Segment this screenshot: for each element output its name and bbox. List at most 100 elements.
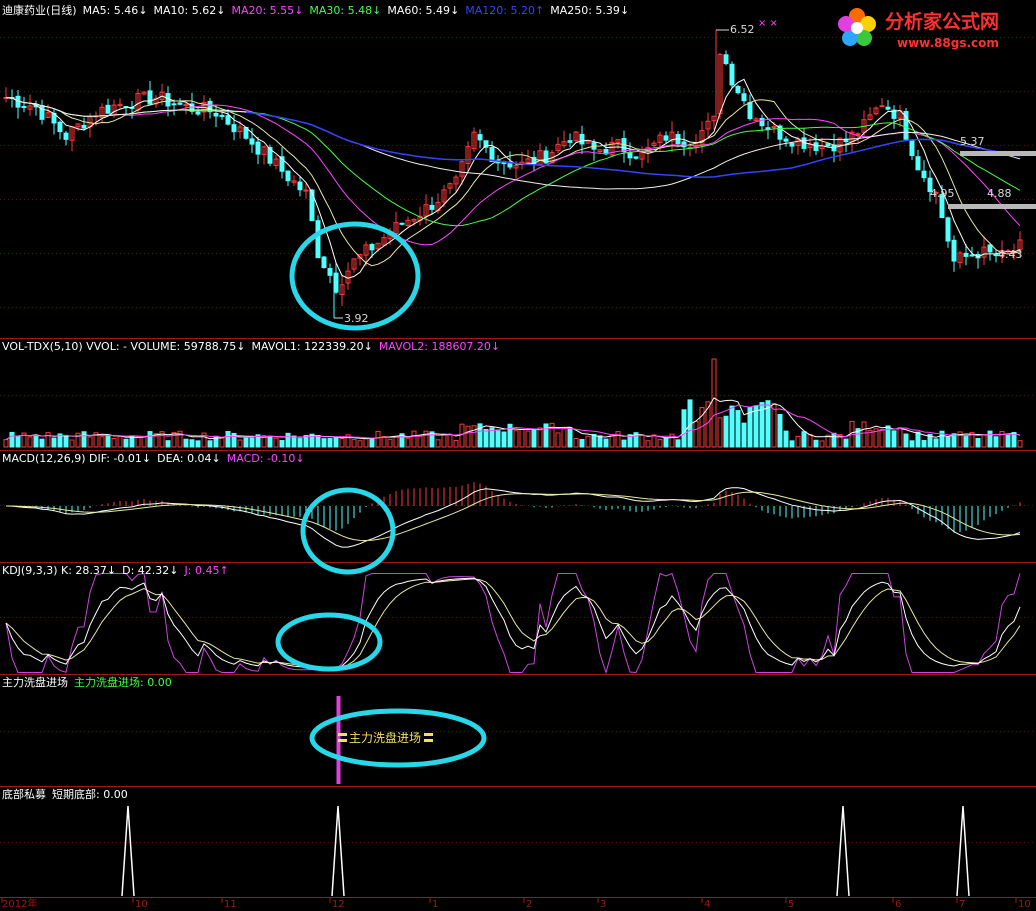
candle-body[interactable] bbox=[63, 132, 69, 140]
volume-bar[interactable] bbox=[333, 436, 339, 448]
candle-body[interactable] bbox=[171, 103, 177, 106]
volume-bar[interactable] bbox=[405, 437, 411, 448]
volume-bar[interactable] bbox=[831, 432, 837, 448]
candle-body[interactable] bbox=[297, 181, 303, 191]
volume-bar[interactable] bbox=[447, 433, 453, 448]
volume-panel[interactable] bbox=[3, 358, 1023, 448]
candle-body[interactable] bbox=[369, 243, 375, 251]
volume-bar[interactable] bbox=[141, 435, 147, 448]
volume-bar[interactable] bbox=[471, 425, 477, 448]
candle-body[interactable] bbox=[327, 267, 333, 276]
volume-bar[interactable] bbox=[903, 433, 909, 448]
candle-body[interactable] bbox=[735, 86, 741, 94]
volume-bar[interactable] bbox=[663, 437, 669, 448]
volume-bar[interactable] bbox=[411, 430, 417, 448]
candle-body[interactable] bbox=[57, 121, 63, 133]
volume-bar[interactable] bbox=[645, 440, 651, 448]
volume-bar[interactable] bbox=[219, 437, 225, 448]
candle-body[interactable] bbox=[759, 117, 765, 127]
volume-bar[interactable] bbox=[321, 438, 327, 448]
candle-body[interactable] bbox=[789, 142, 795, 147]
volume-bar[interactable] bbox=[783, 430, 789, 448]
volume-bar[interactable] bbox=[963, 435, 969, 448]
volume-bar[interactable] bbox=[3, 439, 9, 448]
volume-bar[interactable] bbox=[33, 434, 39, 448]
candle-body[interactable] bbox=[813, 142, 819, 152]
candle-body[interactable] bbox=[177, 102, 183, 105]
volume-bar[interactable] bbox=[27, 436, 33, 448]
candle-body[interactable] bbox=[321, 256, 327, 269]
candle-body[interactable] bbox=[963, 252, 969, 257]
candle-body[interactable] bbox=[399, 222, 405, 225]
candlestick-panel[interactable] bbox=[3, 30, 1023, 318]
volume-bar[interactable] bbox=[597, 435, 603, 448]
volume-bar[interactable] bbox=[63, 435, 69, 448]
bottom-signal-panel[interactable] bbox=[121, 805, 970, 897]
volume-bar[interactable] bbox=[561, 428, 567, 448]
volume-bar[interactable] bbox=[717, 417, 723, 448]
volume-bar[interactable] bbox=[483, 429, 489, 448]
candle-body[interactable] bbox=[429, 204, 435, 210]
candle-body[interactable] bbox=[723, 54, 729, 65]
candle-body[interactable] bbox=[147, 90, 153, 105]
volume-bar[interactable] bbox=[249, 437, 255, 448]
volume-bar[interactable] bbox=[753, 405, 759, 448]
volume-bar[interactable] bbox=[795, 435, 801, 448]
volume-bar[interactable] bbox=[105, 434, 111, 448]
volume-bar[interactable] bbox=[183, 438, 189, 448]
volume-bar[interactable] bbox=[921, 440, 927, 448]
candle-body[interactable] bbox=[213, 112, 219, 117]
bottom-signal-spike[interactable] bbox=[331, 805, 345, 897]
volume-bar[interactable] bbox=[615, 431, 621, 448]
candle-body[interactable] bbox=[951, 239, 957, 262]
volume-bar[interactable] bbox=[9, 431, 15, 448]
stock-chart-svg[interactable]: 5.37 4.95 4.88 4.43 6.52 × × 3.92 主力洗盘进场… bbox=[0, 0, 1036, 910]
volume-bar[interactable] bbox=[693, 420, 699, 448]
candle-body[interactable] bbox=[489, 147, 495, 162]
volume-bar[interactable] bbox=[351, 439, 357, 448]
volume-bar[interactable] bbox=[69, 439, 75, 448]
candle-body[interactable] bbox=[855, 133, 861, 136]
volume-bar[interactable] bbox=[993, 436, 999, 448]
volume-bar[interactable] bbox=[729, 405, 735, 448]
candle-body[interactable] bbox=[255, 141, 261, 155]
candle-body[interactable] bbox=[633, 156, 639, 159]
volume-bar[interactable] bbox=[579, 439, 585, 448]
candle-body[interactable] bbox=[231, 124, 237, 133]
volume-bar[interactable] bbox=[879, 428, 885, 448]
volume-bar[interactable] bbox=[39, 438, 45, 448]
volume-bar[interactable] bbox=[735, 410, 741, 448]
volume-bar[interactable] bbox=[537, 427, 543, 448]
volume-bar[interactable] bbox=[291, 435, 297, 448]
volume-bar[interactable] bbox=[195, 440, 201, 448]
candle-body[interactable] bbox=[741, 93, 747, 102]
volume-bar[interactable] bbox=[897, 427, 903, 448]
volume-bar[interactable] bbox=[99, 436, 105, 448]
volume-bar[interactable] bbox=[129, 435, 135, 448]
candle-body[interactable] bbox=[333, 272, 339, 293]
volume-bar[interactable] bbox=[237, 439, 243, 448]
volume-bar[interactable] bbox=[135, 436, 141, 448]
volume-bar[interactable] bbox=[651, 434, 657, 448]
candle-body[interactable] bbox=[477, 134, 483, 141]
volume-bar[interactable] bbox=[207, 440, 213, 448]
volume-bar[interactable] bbox=[381, 436, 387, 448]
volume-bar[interactable] bbox=[861, 421, 867, 448]
volume-bar[interactable] bbox=[1017, 440, 1023, 448]
candle-body[interactable] bbox=[225, 115, 231, 125]
volume-bar[interactable] bbox=[285, 432, 291, 448]
volume-bar[interactable] bbox=[531, 429, 537, 448]
volume-bar[interactable] bbox=[987, 430, 993, 448]
volume-bar[interactable] bbox=[801, 431, 807, 448]
volume-bar[interactable] bbox=[999, 430, 1005, 448]
volume-bar[interactable] bbox=[657, 439, 663, 448]
volume-bar[interactable] bbox=[465, 425, 471, 448]
volume-bar[interactable] bbox=[675, 439, 681, 448]
volume-bar[interactable] bbox=[741, 422, 747, 448]
volume-bar[interactable] bbox=[681, 409, 687, 448]
volume-bar[interactable] bbox=[621, 439, 627, 448]
bottom-signal-spike[interactable] bbox=[121, 805, 135, 897]
candle-body[interactable] bbox=[945, 217, 951, 242]
volume-bar[interactable] bbox=[375, 430, 381, 448]
volume-bar[interactable] bbox=[501, 431, 507, 448]
